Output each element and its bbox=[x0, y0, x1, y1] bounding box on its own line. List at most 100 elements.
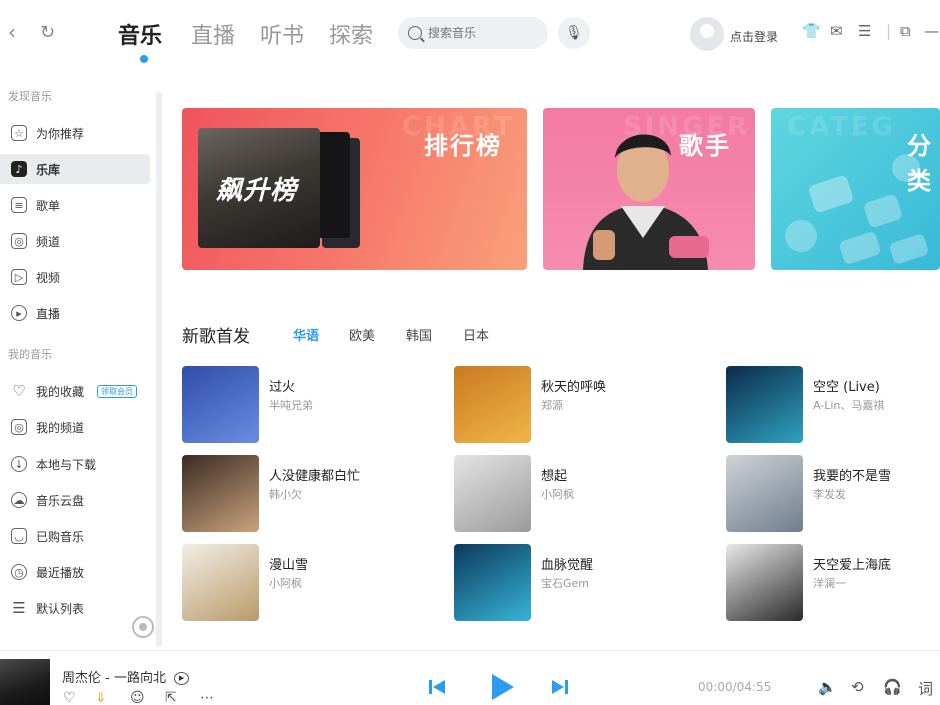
sidebar-item-local-download[interactable]: ↓ 本地与下载 bbox=[0, 449, 150, 479]
sidebar-item-label: 已购音乐 bbox=[36, 529, 85, 544]
menu-icon[interactable]: ☰ bbox=[858, 22, 871, 40]
tab-western[interactable]: 欧美 bbox=[349, 325, 375, 344]
volume-icon[interactable]: 🔈 bbox=[818, 678, 837, 696]
sidebar-item-live[interactable]: ▸ 直播 bbox=[0, 298, 150, 328]
list-icon: ☰ bbox=[12, 599, 26, 617]
back-icon[interactable]: ‹ bbox=[8, 20, 16, 44]
repeat-icon[interactable]: ⟲ bbox=[851, 678, 864, 696]
song-cover[interactable] bbox=[454, 455, 531, 532]
mini-mode-icon[interactable]: ⧉ bbox=[900, 22, 911, 40]
tab-korean[interactable]: 韩国 bbox=[406, 325, 432, 344]
previous-icon[interactable] bbox=[428, 678, 446, 696]
song-cover[interactable] bbox=[726, 366, 803, 443]
song-item[interactable]: 人没健康都白忙 韩小欠 bbox=[182, 455, 442, 533]
sidebar-item-default-list[interactable]: ☰ 默认列表 bbox=[0, 593, 150, 623]
song-item[interactable]: 空空 (Live) A-Lin、马嘉祺 bbox=[726, 366, 940, 444]
song-title[interactable]: 空空 (Live) bbox=[813, 376, 880, 395]
minimize-icon[interactable]: — bbox=[924, 22, 939, 40]
song-item[interactable]: 漫山雪 小阿枫 bbox=[182, 544, 442, 622]
tab-live[interactable]: 直播 bbox=[191, 18, 235, 50]
song-item[interactable]: 我要的不是雪 李发发 bbox=[726, 455, 940, 533]
play-icon[interactable] bbox=[488, 672, 516, 702]
vip-badge[interactable]: 领取会员 bbox=[97, 384, 138, 398]
settings-circle-icon[interactable] bbox=[132, 616, 154, 638]
song-title[interactable]: 我要的不是雪 bbox=[813, 465, 891, 484]
song-artist[interactable]: 韩小欠 bbox=[269, 486, 302, 502]
tab-explore[interactable]: 探索 bbox=[329, 18, 373, 50]
song-cover[interactable] bbox=[182, 366, 259, 443]
song-title[interactable]: 想起 bbox=[541, 465, 567, 484]
sidebar-section-header: 我的音乐 bbox=[8, 348, 52, 361]
microphone-icon: 🎙 bbox=[565, 25, 583, 41]
sidebar-item-favorites[interactable]: ♡ 我的收藏 领取会员 bbox=[0, 376, 150, 406]
login-link[interactable]: 点击登录 bbox=[730, 28, 778, 45]
like-icon[interactable]: ♡ bbox=[63, 690, 76, 705]
song-title[interactable]: 天空爱上海底 bbox=[813, 554, 891, 573]
tab-music[interactable]: 音乐 bbox=[118, 18, 162, 50]
sidebar-item-label: 最近播放 bbox=[36, 565, 85, 580]
song-cover[interactable] bbox=[726, 544, 803, 621]
search-box[interactable] bbox=[398, 17, 548, 49]
mail-icon[interactable]: ✉ bbox=[830, 22, 843, 40]
sidebar-item-label: 音乐云盘 bbox=[36, 493, 85, 508]
song-item[interactable]: 秋天的呼唤 郑源 bbox=[454, 366, 714, 444]
sidebar-item-cloud-disk[interactable]: ☁ 音乐云盘 bbox=[0, 485, 150, 515]
song-artist[interactable]: 郑源 bbox=[541, 397, 563, 413]
sidebar-item-my-channel[interactable]: ◎ 我的频道 bbox=[0, 412, 150, 442]
song-cover[interactable] bbox=[182, 544, 259, 621]
comment-icon[interactable]: ☺ bbox=[130, 690, 145, 705]
song-artist[interactable]: 李发发 bbox=[813, 486, 846, 502]
headphones-icon[interactable]: 🎧 bbox=[883, 678, 902, 696]
refresh-icon[interactable]: ↻ bbox=[40, 22, 55, 43]
tab-chinese[interactable]: 华语 bbox=[293, 325, 319, 344]
song-title[interactable]: 过火 bbox=[269, 376, 295, 395]
song-title[interactable]: 秋天的呼唤 bbox=[541, 376, 606, 395]
sidebar-item-label: 我的收藏 bbox=[36, 384, 85, 399]
voice-search-button[interactable]: 🎙 bbox=[558, 17, 590, 49]
song-item[interactable]: 过火 半吨兄弟 bbox=[182, 366, 442, 444]
now-playing-cover[interactable] bbox=[0, 659, 50, 705]
avatar[interactable] bbox=[690, 17, 724, 51]
song-artist[interactable]: 小阿枫 bbox=[269, 575, 302, 591]
song-title[interactable]: 漫山雪 bbox=[269, 554, 308, 573]
song-item[interactable]: 天空爱上海底 洋澜一 bbox=[726, 544, 940, 622]
tab-audiobook[interactable]: 听书 bbox=[260, 18, 304, 50]
now-playing-info[interactable]: 周杰伦 - 一路向北 ▶ bbox=[62, 667, 190, 686]
sidebar-item-playlist[interactable]: ≡ 歌单 bbox=[0, 190, 150, 220]
vip-download-icon[interactable]: ⇓ bbox=[95, 690, 107, 705]
more-icon[interactable]: ⋯ bbox=[200, 690, 214, 705]
song-item[interactable]: 想起 小阿枫 bbox=[454, 455, 714, 533]
next-icon[interactable] bbox=[551, 678, 569, 696]
sidebar-item-purchased[interactable]: ◡ 已购音乐 bbox=[0, 521, 150, 551]
now-playing-title: 周杰伦 - 一路向北 bbox=[62, 671, 166, 686]
skin-icon[interactable]: 👕 bbox=[802, 22, 821, 40]
song-title[interactable]: 血脉觉醒 bbox=[541, 554, 593, 573]
song-title[interactable]: 人没健康都白忙 bbox=[269, 465, 360, 484]
sidebar-item-recommend[interactable]: ☆ 为你推荐 bbox=[0, 118, 150, 148]
search-icon bbox=[408, 26, 422, 40]
song-artist[interactable]: 洋澜一 bbox=[813, 575, 846, 591]
category-banner[interactable]: CATEG 分类 bbox=[771, 108, 940, 270]
music-library-icon: ♪ bbox=[11, 161, 27, 177]
sidebar-item-music-library[interactable]: ♪ 乐库 bbox=[0, 154, 150, 184]
song-artist[interactable]: 小阿枫 bbox=[541, 486, 574, 502]
share-icon[interactable]: ⇱ bbox=[165, 690, 177, 705]
song-artist[interactable]: 半吨兄弟 bbox=[269, 397, 313, 413]
search-input[interactable] bbox=[428, 26, 538, 40]
chart-album-text: 飙升榜 bbox=[216, 176, 298, 206]
song-cover[interactable] bbox=[454, 544, 531, 621]
mv-icon[interactable]: ▶ bbox=[174, 672, 190, 685]
song-artist[interactable]: 宝石Gem bbox=[541, 575, 589, 591]
song-cover[interactable] bbox=[726, 455, 803, 532]
song-artist[interactable]: A-Lin、马嘉祺 bbox=[813, 397, 884, 413]
sidebar-item-video[interactable]: ▷ 视频 bbox=[0, 262, 150, 292]
song-item[interactable]: 血脉觉醒宝石Gem bbox=[454, 544, 714, 622]
song-cover[interactable] bbox=[182, 455, 259, 532]
lyrics-button[interactable]: 词 bbox=[918, 678, 933, 699]
song-cover[interactable] bbox=[454, 366, 531, 443]
sidebar-item-recent[interactable]: ◷ 最近播放 bbox=[0, 557, 150, 587]
sidebar-item-radio[interactable]: ◎ 频道 bbox=[0, 226, 150, 256]
tab-japanese[interactable]: 日本 bbox=[463, 325, 489, 344]
singer-banner[interactable]: SINGER 歌手 bbox=[543, 108, 755, 270]
sidebar-scrollbar[interactable] bbox=[156, 92, 162, 647]
